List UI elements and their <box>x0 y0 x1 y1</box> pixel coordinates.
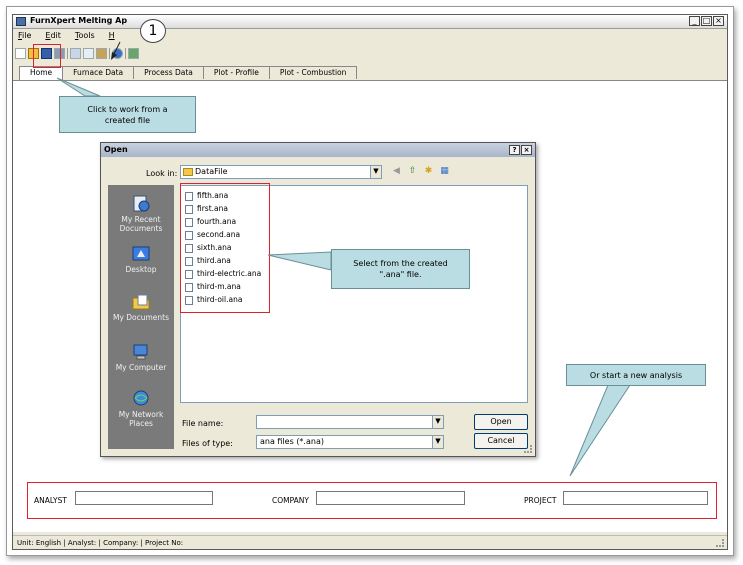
select-file-callout: Select from the created ".ana" file. <box>331 249 470 289</box>
badge-leader-line <box>113 41 121 55</box>
analyst-input[interactable] <box>75 491 213 505</box>
analyst-label: ANALYST <box>34 496 67 505</box>
new-analysis-callout-pointer <box>569 384 631 477</box>
company-label: COMPANY <box>272 496 309 505</box>
project-input[interactable] <box>563 491 708 505</box>
open-file-callout: Click to work from a created file <box>59 96 196 133</box>
new-analysis-callout: Or start a new analysis <box>566 364 706 386</box>
company-input[interactable] <box>316 491 465 505</box>
badge-arrow-head <box>111 52 117 60</box>
select-callout-pointer <box>267 251 332 271</box>
analysis-info-form: ANALYST COMPANY PROJECT <box>27 482 717 519</box>
project-label: PROJECT <box>524 496 557 505</box>
open-callout-pointer <box>56 77 101 97</box>
